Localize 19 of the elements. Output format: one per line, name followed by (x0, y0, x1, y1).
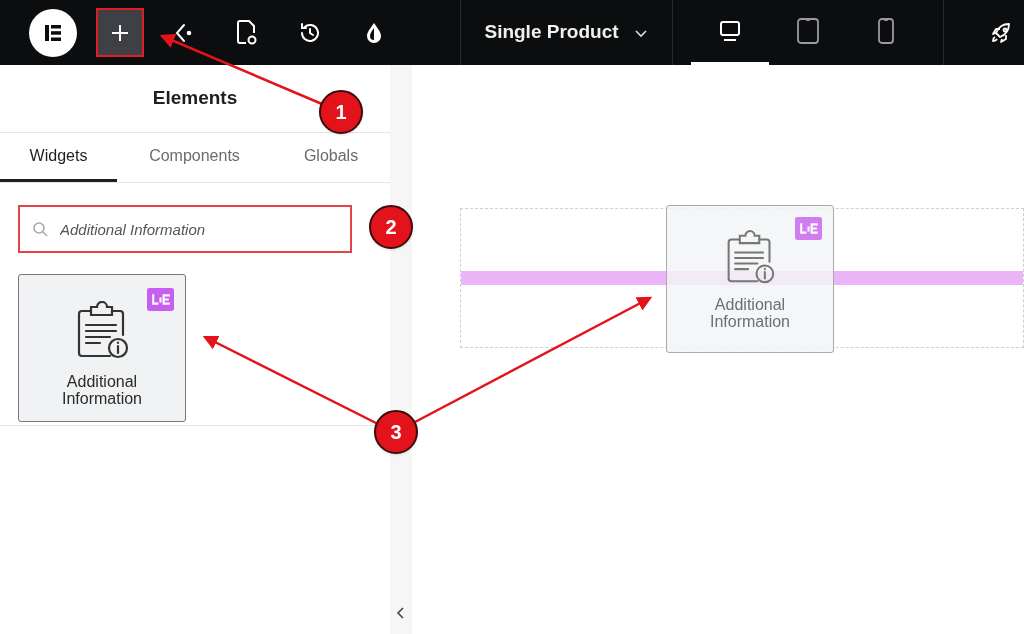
panel-tab[interactable]: Widgets (0, 133, 117, 182)
widget-card[interactable]: Additional Information (18, 274, 186, 422)
search-field[interactable]: Additional Information (18, 205, 352, 253)
widget-label: Additional Information (708, 296, 791, 330)
desktop-icon (718, 19, 742, 43)
widget-label: Additional Information (60, 373, 143, 407)
search-icon (32, 221, 48, 237)
collapse-panel-icon[interactable] (396, 606, 406, 620)
panel-tab[interactable]: Globals (272, 133, 390, 182)
logo-button[interactable] (29, 8, 77, 57)
panel-title: Elements (152, 86, 238, 111)
phone-icon (876, 17, 896, 45)
template-dropdown[interactable]: Single Product (461, 0, 672, 65)
dragged-widget-card[interactable]: Additional Information (666, 205, 834, 353)
panel-tab[interactable]: Components (117, 133, 272, 182)
pro-badge-icon (795, 217, 822, 240)
tablet-icon (796, 17, 820, 45)
pro-badge-icon (147, 288, 174, 311)
add-element-button[interactable] (96, 8, 144, 57)
